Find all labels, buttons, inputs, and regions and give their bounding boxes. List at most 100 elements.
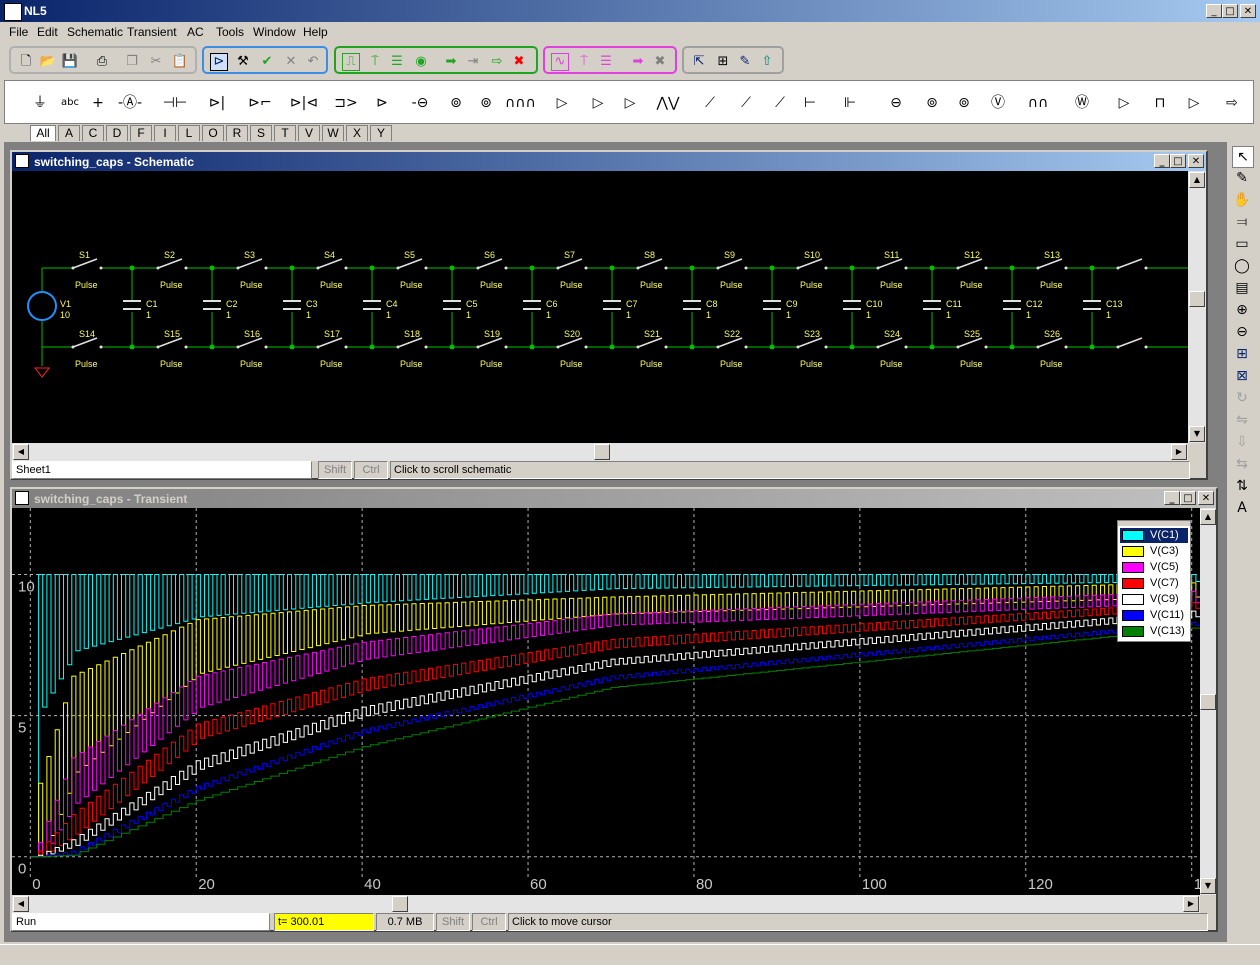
connector-icon[interactable]: ⇨ xyxy=(1217,89,1247,117)
menu-ac[interactable]: AC xyxy=(187,25,204,39)
plot-scroll-up-button[interactable]: ▲ xyxy=(1200,509,1216,525)
legend-item-vc9[interactable]: V(C9) xyxy=(1120,592,1188,607)
tab-o[interactable]: O xyxy=(202,125,224,141)
menu-edit[interactable]: Edit xyxy=(37,25,58,39)
buffer-icon[interactable]: ⊐> xyxy=(331,89,361,117)
schematic-hscroll[interactable]: ◀ ▶ xyxy=(12,443,1188,461)
current-probe-icon[interactable]: ⊚ xyxy=(441,89,471,117)
ground-icon[interactable]: ⏚ xyxy=(25,89,55,117)
coil-icon[interactable]: ∩∩ xyxy=(1023,89,1053,117)
tab-x[interactable]: X xyxy=(346,125,368,141)
chart-legend[interactable]: V(C1) V(C3) V(C5) V(C7) V(C9) V(C11) V(C… xyxy=(1117,520,1191,642)
schematic-maximize-button[interactable]: □ xyxy=(1170,154,1186,168)
menu-tools[interactable]: Tools xyxy=(216,25,244,39)
schematic-vscroll[interactable]: ▲ ▼ xyxy=(1188,171,1206,443)
transient-plot-area[interactable]: 0204060801001201400510 xyxy=(12,508,1219,895)
zoom-in-icon[interactable]: ⊕ xyxy=(1232,300,1252,320)
trafo-icon[interactable]: ⊚ xyxy=(949,89,979,117)
select-icon[interactable]: ↖ xyxy=(1232,146,1254,168)
tab-a[interactable]: A xyxy=(58,125,80,141)
tab-f[interactable]: F xyxy=(130,125,152,141)
tab-r[interactable]: R xyxy=(226,125,248,141)
schematic-icon[interactable]: ⊳ xyxy=(210,53,228,71)
ammeter-icon[interactable]: -Ⓐ- xyxy=(115,89,145,117)
ac-stop-icon[interactable]: ✖ xyxy=(651,53,669,71)
sheet-tab[interactable]: Sheet1 xyxy=(12,461,312,479)
ac-list-icon[interactable]: ☰ xyxy=(597,53,615,71)
legend-item-vc1[interactable]: V(C1) xyxy=(1120,528,1188,543)
resistor-icon[interactable]: ⋀⋁ xyxy=(653,89,683,117)
plot-scroll-down-button[interactable]: ▼ xyxy=(1200,878,1216,894)
copy-icon[interactable]: ❐ xyxy=(123,53,141,71)
probe-icon[interactable]: ⍑ xyxy=(366,53,384,71)
transient-minimize-button[interactable]: _ xyxy=(1164,491,1180,505)
transformer-icon[interactable]: ⊚ xyxy=(471,89,501,117)
hscroll-thumb[interactable] xyxy=(594,444,610,460)
label-text-icon[interactable]: A xyxy=(1232,498,1252,518)
calc-icon[interactable]: ⊞ xyxy=(714,53,732,71)
tab-l[interactable]: L xyxy=(178,125,200,141)
scroll-up-button[interactable]: ▲ xyxy=(1189,172,1205,188)
tab-s[interactable]: S xyxy=(250,125,272,141)
start-icon[interactable]: ➡ xyxy=(442,53,460,71)
menu-help[interactable]: Help xyxy=(303,25,328,39)
legend-item-vc7[interactable]: V(C7) xyxy=(1120,576,1188,591)
transient-maximize-button[interactable]: □ xyxy=(1180,491,1196,505)
opamp-icon[interactable]: ▷ xyxy=(547,89,577,117)
flip-icon[interactable]: ⇋ xyxy=(1232,410,1252,430)
wattmeter-icon[interactable]: Ⓦ xyxy=(1067,89,1097,117)
tab-y[interactable]: Y xyxy=(370,125,392,141)
cut-icon[interactable]: ✂ xyxy=(147,53,165,71)
switch-icon[interactable]: ⟋ xyxy=(695,89,725,117)
scroll-down-button[interactable]: ▼ xyxy=(1189,426,1205,442)
run-tab[interactable]: Run xyxy=(12,913,270,931)
menu-file[interactable]: File xyxy=(9,25,28,39)
npn-icon[interactable]: ⊢ xyxy=(795,89,825,117)
rotate-icon[interactable]: ↻ xyxy=(1232,388,1252,408)
switch-dpdt-icon[interactable]: ⟋ xyxy=(765,89,795,117)
voltage-probe-icon[interactable]: ⊚ xyxy=(917,89,947,117)
check-icon[interactable]: ✔ xyxy=(258,53,276,71)
delete-icon[interactable]: ✕ xyxy=(282,53,300,71)
tab-i[interactable]: I xyxy=(154,125,176,141)
stop-icon[interactable]: ✖ xyxy=(510,53,528,71)
hand-icon[interactable]: ✋ xyxy=(1232,190,1252,210)
rectangle-icon[interactable]: ▭ xyxy=(1232,234,1252,254)
diode-icon[interactable]: ⊳| xyxy=(202,89,232,117)
switch-spdt-icon[interactable]: ⟋ xyxy=(731,89,761,117)
pulse-icon[interactable]: ⊓ xyxy=(1145,89,1175,117)
fit-icon[interactable]: ⊞ xyxy=(1232,344,1252,364)
plot-scroll-left-button[interactable]: ◀ xyxy=(13,896,29,912)
voltmeter-icon[interactable]: Ⓥ xyxy=(983,89,1013,117)
wire-icon[interactable]: ⫤ xyxy=(1232,212,1252,232)
capacitor-icon[interactable]: ⊣⊢ xyxy=(160,89,190,117)
updown-icon[interactable]: ⇅ xyxy=(1232,476,1252,496)
amplifier-icon[interactable]: ⊳ xyxy=(367,89,397,117)
tab-c[interactable]: C xyxy=(82,125,104,141)
menu-schematic[interactable]: Schematic xyxy=(67,25,123,39)
ellipse-icon[interactable]: ◯ xyxy=(1232,256,1252,276)
text-icon[interactable]: ▤ xyxy=(1232,278,1252,298)
menu-window[interactable]: Window xyxy=(253,25,296,39)
plot-hscroll-thumb[interactable] xyxy=(392,896,408,912)
tab-w[interactable]: W xyxy=(322,125,344,141)
summer-icon[interactable]: ▷ xyxy=(615,89,645,117)
down-icon[interactable]: ⇩ xyxy=(1232,432,1252,452)
current-source-icon[interactable]: -⊖ xyxy=(405,89,435,117)
tab-all[interactable]: All xyxy=(30,125,56,141)
transient-vscroll[interactable]: ▲ ▼ xyxy=(1200,508,1216,895)
schematic-minimize-button[interactable]: _ xyxy=(1154,154,1170,168)
transient-icon[interactable]: ⎍ xyxy=(342,53,360,71)
nmos-icon[interactable]: ⊩ xyxy=(835,89,865,117)
integrator-icon[interactable]: ▷ xyxy=(1179,89,1209,117)
zoom-out-icon[interactable]: ⊖ xyxy=(1232,322,1252,342)
transient-hscroll[interactable]: ◀ ▶ xyxy=(12,895,1200,913)
up-icon[interactable]: ⇧ xyxy=(758,53,776,71)
continue-icon[interactable]: ⇥ xyxy=(464,53,482,71)
print-icon[interactable]: ⎙ xyxy=(93,53,111,71)
scroll-left-button[interactable]: ◀ xyxy=(13,444,29,460)
fit-all-icon[interactable]: ⊠ xyxy=(1232,366,1252,386)
scroll-thumb[interactable] xyxy=(1189,291,1205,307)
tab-d[interactable]: D xyxy=(106,125,128,141)
legend-item-vc11[interactable]: V(C11) xyxy=(1120,608,1188,623)
